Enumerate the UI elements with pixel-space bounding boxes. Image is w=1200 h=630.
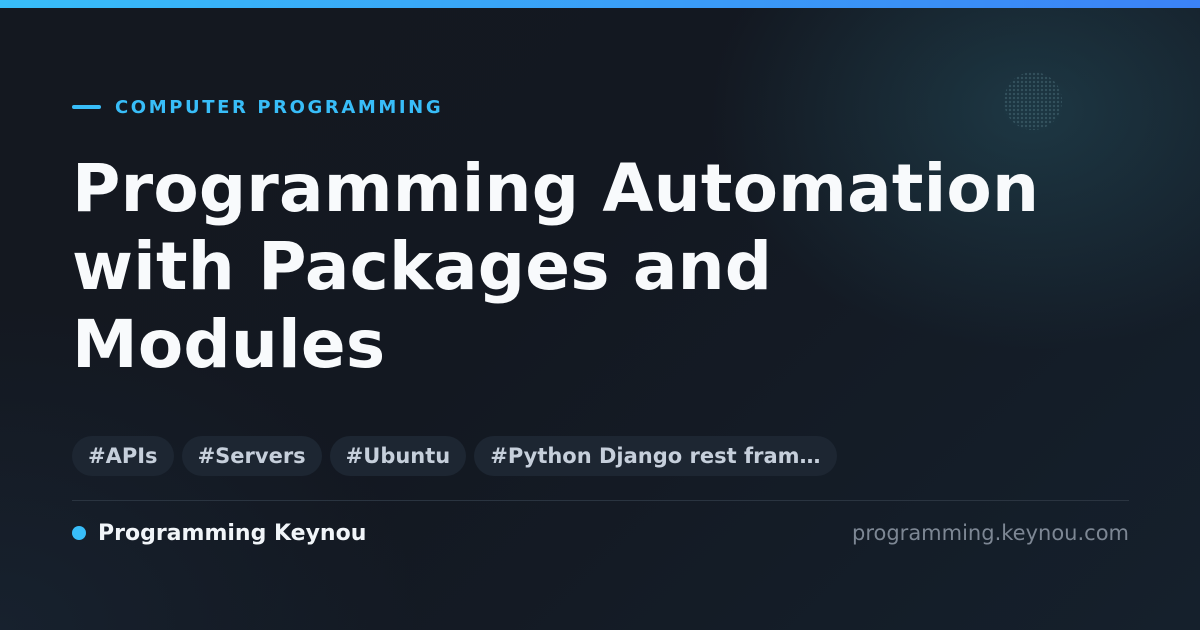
- page-title: Programming Automation with Packages and…: [72, 150, 1132, 384]
- brand-dot-icon: [72, 526, 86, 540]
- footer-divider: [72, 500, 1129, 501]
- og-card: COMPUTER PROGRAMMING Programming Automat…: [0, 0, 1200, 630]
- dot-pattern-decoration: [1004, 72, 1062, 130]
- tag-python-django[interactable]: #Python Django rest fram…: [474, 436, 837, 476]
- category-label: COMPUTER PROGRAMMING: [72, 94, 443, 120]
- title-line-3: Modules: [72, 306, 386, 383]
- tag-servers[interactable]: #Servers: [181, 436, 322, 476]
- tag-ubuntu[interactable]: #Ubuntu: [329, 436, 467, 476]
- tag-list: #APIs #Servers #Ubuntu #Python Django re…: [72, 436, 837, 476]
- title-line-2: with Packages and: [72, 228, 773, 305]
- site-brand: Programming Keynou: [72, 518, 366, 548]
- accent-top-bar: [0, 0, 1200, 8]
- tag-apis[interactable]: #APIs: [72, 436, 174, 476]
- site-name: Programming Keynou: [98, 520, 367, 546]
- category-text: COMPUTER PROGRAMMING: [115, 96, 444, 118]
- site-domain: programming.keynou.com: [852, 521, 1129, 545]
- category-accent-line: [72, 105, 101, 109]
- title-line-1: Programming Automation: [72, 150, 1040, 227]
